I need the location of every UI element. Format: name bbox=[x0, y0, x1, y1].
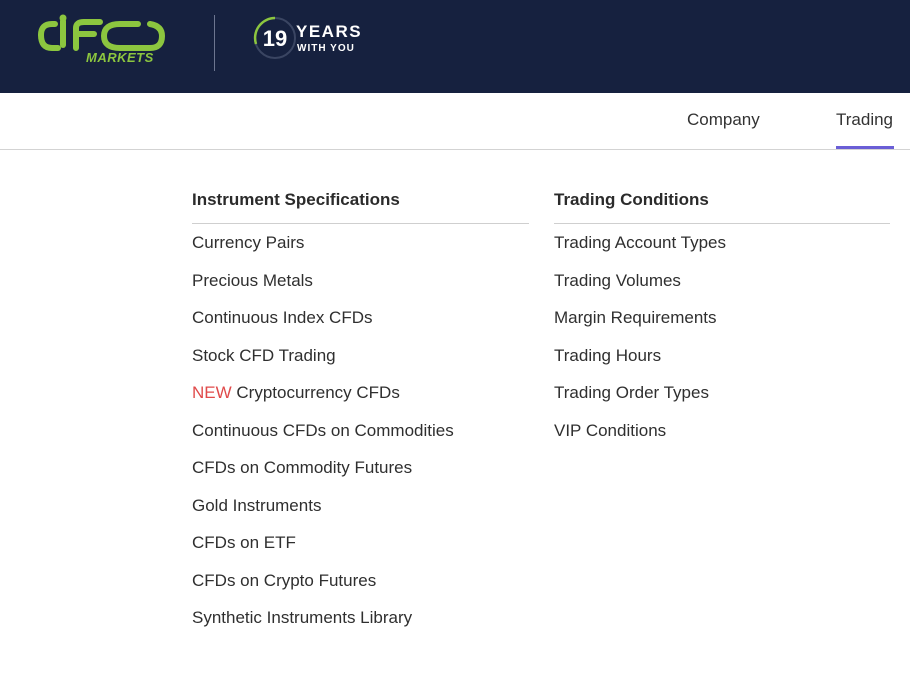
menu-link-continuous-index-cfds[interactable]: Continuous Index CFDs bbox=[192, 307, 529, 345]
logo-subtext: MARKETS bbox=[86, 50, 154, 65]
trading-conditions-list: Trading Account Types Trading Volumes Ma… bbox=[554, 232, 890, 457]
menu-link-gold-instruments[interactable]: Gold Instruments bbox=[192, 495, 529, 533]
nav-active-indicator bbox=[836, 146, 894, 149]
menu-link-trading-order-types[interactable]: Trading Order Types bbox=[554, 382, 890, 420]
menu-link-currency-pairs[interactable]: Currency Pairs bbox=[192, 232, 529, 270]
nav-trading[interactable]: Trading bbox=[836, 110, 893, 130]
menu-link-stock-cfd-trading[interactable]: Stock CFD Trading bbox=[192, 345, 529, 383]
menu-link-label: Cryptocurrency CFDs bbox=[236, 383, 400, 402]
new-badge: NEW bbox=[192, 383, 232, 402]
instrument-specifications-column: Instrument Specifications Currency Pairs… bbox=[192, 190, 529, 645]
nav-company[interactable]: Company bbox=[687, 110, 760, 130]
menu-link-trading-hours[interactable]: Trading Hours bbox=[554, 345, 890, 383]
menu-link-margin-requirements[interactable]: Margin Requirements bbox=[554, 307, 890, 345]
menu-link-synthetic-instruments[interactable]: Synthetic Instruments Library bbox=[192, 607, 529, 645]
instrument-specifications-list: Currency Pairs Precious Metals Continuou… bbox=[192, 232, 529, 645]
years-sublabel: WITH YOU bbox=[297, 43, 355, 54]
menu-link-cfds-on-etf[interactable]: CFDs on ETF bbox=[192, 532, 529, 570]
trading-conditions-column: Trading Conditions Trading Account Types… bbox=[554, 190, 890, 457]
menu-link-trading-volumes[interactable]: Trading Volumes bbox=[554, 270, 890, 308]
header-divider bbox=[214, 15, 215, 71]
menu-link-continuous-cfds-commodities[interactable]: Continuous CFDs on Commodities bbox=[192, 420, 529, 458]
menu-link-trading-account-types[interactable]: Trading Account Types bbox=[554, 232, 890, 270]
menu-link-cfds-commodity-futures[interactable]: CFDs on Commodity Futures bbox=[192, 457, 529, 495]
menu-link-cfds-crypto-futures[interactable]: CFDs on Crypto Futures bbox=[192, 570, 529, 608]
years-number: 19 bbox=[262, 26, 288, 51]
years-label: YEARS bbox=[296, 22, 363, 41]
column-title: Trading Conditions bbox=[554, 190, 890, 224]
menu-link-vip-conditions[interactable]: VIP Conditions bbox=[554, 420, 890, 458]
top-header: MARKETS 19 YEARS WITH YOU bbox=[0, 0, 910, 93]
menu-link-precious-metals[interactable]: Precious Metals bbox=[192, 270, 529, 308]
column-title: Instrument Specifications bbox=[192, 190, 529, 224]
main-nav: Company Trading bbox=[0, 93, 910, 150]
menu-link-cryptocurrency-cfds[interactable]: NEW Cryptocurrency CFDs bbox=[192, 382, 529, 420]
